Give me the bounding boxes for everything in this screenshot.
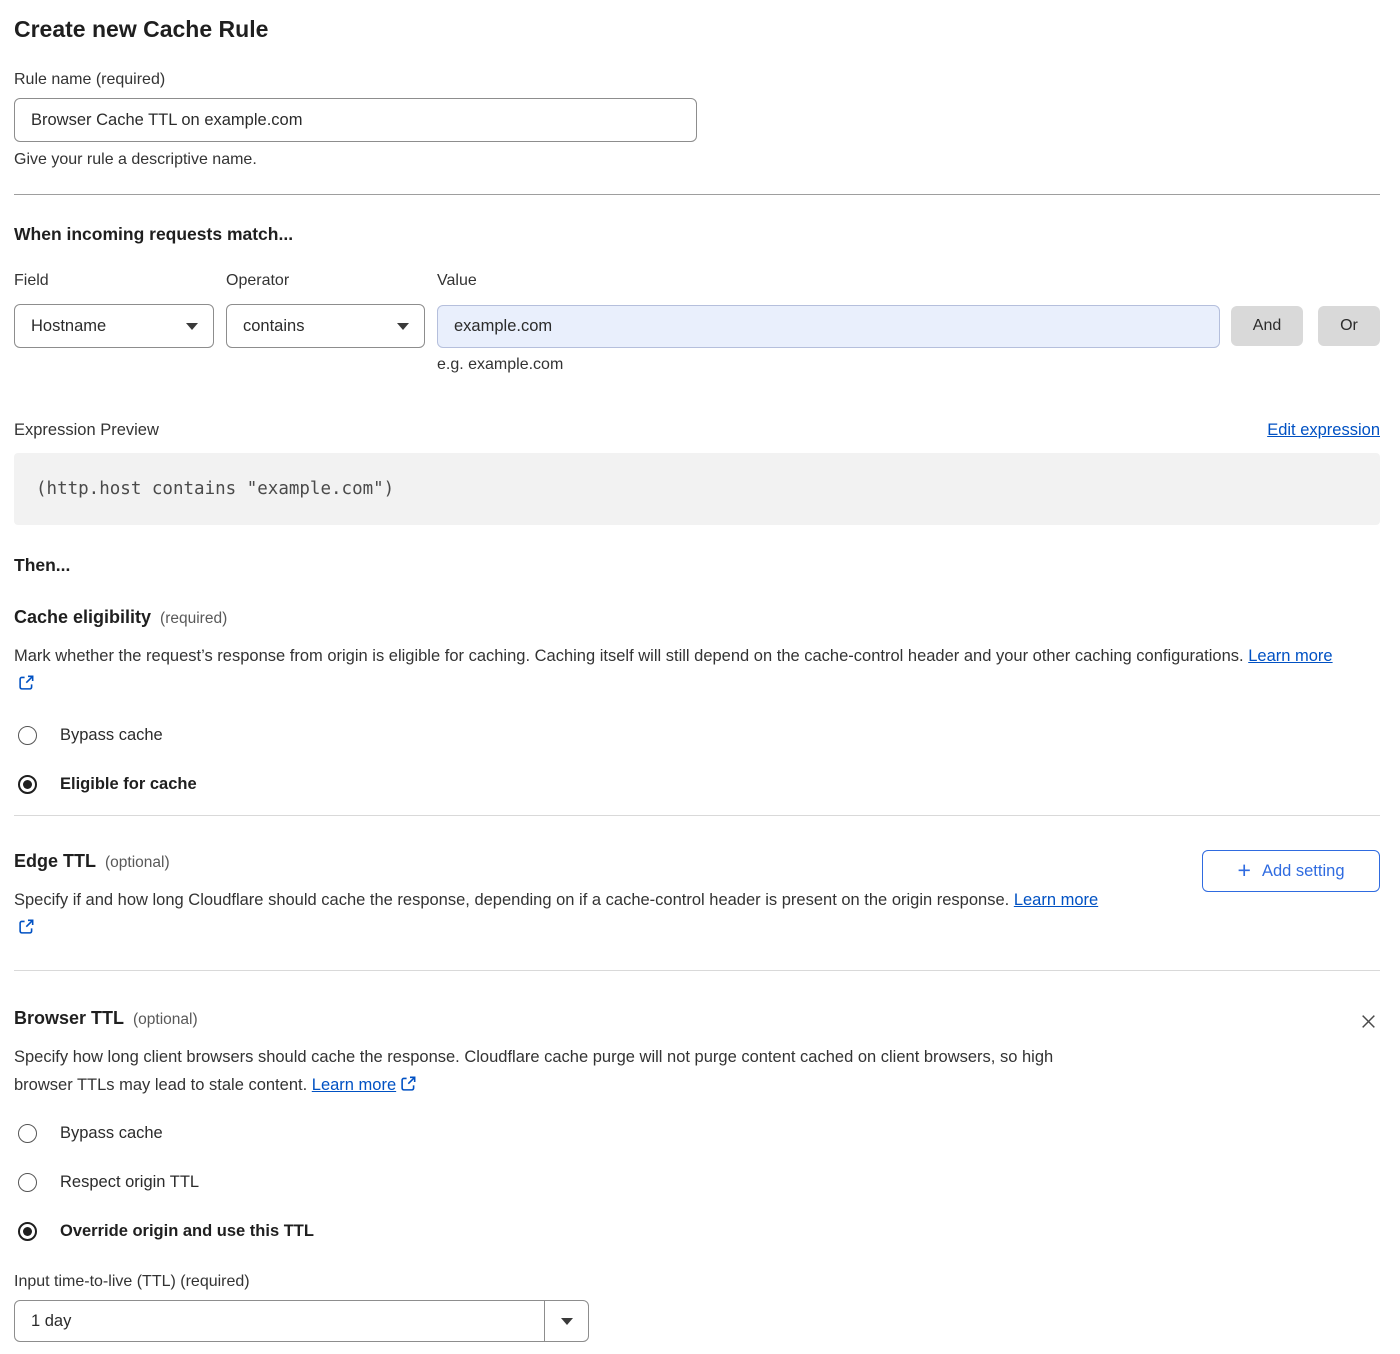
required-badge: (required): [160, 610, 227, 628]
expression-preview-label: Expression Preview: [14, 419, 159, 441]
chevron-down-icon: [561, 1318, 573, 1325]
learn-more-link[interactable]: Learn more: [1248, 647, 1332, 665]
rule-name-label: Rule name (required): [14, 70, 1380, 90]
optional-badge: (optional): [133, 1011, 198, 1029]
radio-label: Eligible for cache: [60, 773, 197, 795]
then-heading: Then...: [14, 554, 1380, 576]
and-button[interactable]: And: [1231, 306, 1303, 346]
create-cache-rule-form: Create new Cache Rule Rule name (require…: [0, 14, 1400, 1342]
section-divider: [14, 194, 1380, 195]
browser-ttl-section: Browser TTL (optional) Specify how long …: [14, 1007, 1380, 1099]
browser-ttl-description: Specify how long client browsers should …: [14, 1043, 1104, 1099]
browser-ttl-content: Browser TTL (optional) Specify how long …: [14, 1007, 1104, 1099]
edge-ttl-description: Specify if and how long Cloudflare shoul…: [14, 886, 1119, 942]
edge-ttl-section: Edge TTL (optional) Specify if and how l…: [14, 850, 1380, 942]
cache-eligibility-radio-group: Bypass cache Eligible for cache: [14, 724, 1380, 795]
optional-badge: (optional): [105, 854, 170, 872]
cache-eligibility-heading: Cache eligibility (required): [14, 606, 1380, 628]
operator-select[interactable]: contains: [226, 304, 425, 348]
learn-more-link[interactable]: Learn more: [312, 1076, 396, 1094]
match-labels-row: Field Operator Value: [14, 271, 1380, 291]
ttl-select[interactable]: 1 day: [14, 1300, 589, 1342]
match-heading: When incoming requests match...: [14, 223, 1380, 245]
ttl-select-value: 1 day: [15, 1301, 544, 1341]
external-link-icon: [18, 918, 35, 935]
add-setting-button[interactable]: + Add setting: [1202, 850, 1380, 892]
radio-label: Respect origin TTL: [60, 1171, 199, 1193]
ttl-input-label: Input time-to-live (TTL) (required): [14, 1272, 1380, 1292]
radio-label: Bypass cache: [60, 724, 163, 746]
edit-expression-link[interactable]: Edit expression: [1267, 419, 1380, 441]
remove-setting-button[interactable]: [1356, 1009, 1380, 1033]
radio-override-origin-ttl[interactable]: Override origin and use this TTL: [14, 1220, 1380, 1242]
radio-bypass-cache[interactable]: Bypass cache: [14, 1122, 1380, 1144]
edge-ttl-content: Edge TTL (optional) Specify if and how l…: [14, 850, 1119, 942]
radio-label: Bypass cache: [60, 1122, 163, 1144]
external-link-icon: [18, 674, 35, 691]
operator-label: Operator: [226, 271, 437, 291]
radio-label: Override origin and use this TTL: [60, 1220, 314, 1242]
plus-icon: +: [1238, 859, 1251, 882]
radio-eligible-for-cache[interactable]: Eligible for cache: [14, 773, 1380, 795]
page-title: Create new Cache Rule: [14, 14, 1380, 44]
field-select[interactable]: Hostname: [14, 304, 214, 348]
operator-select-value: contains: [243, 317, 304, 336]
value-input[interactable]: [437, 305, 1220, 348]
rule-name-help: Give your rule a descriptive name.: [14, 150, 1380, 170]
section-divider: [14, 815, 1380, 816]
browser-ttl-radio-group: Bypass cache Respect origin TTL Override…: [14, 1122, 1380, 1242]
cache-eligibility-description: Mark whether the request’s response from…: [14, 642, 1350, 698]
external-link-icon: [400, 1075, 417, 1092]
field-select-value: Hostname: [31, 317, 106, 336]
description-text: Specify if and how long Cloudflare shoul…: [14, 891, 1009, 909]
edge-ttl-title: Edge TTL: [14, 850, 96, 872]
radio-button-icon[interactable]: [18, 1124, 37, 1143]
value-label: Value: [437, 271, 477, 291]
match-controls-row: Hostname contains And Or: [14, 304, 1380, 348]
or-button[interactable]: Or: [1318, 306, 1380, 346]
radio-button-icon[interactable]: [18, 1173, 37, 1192]
description-text: Specify how long client browsers should …: [14, 1048, 1053, 1094]
edge-ttl-heading: Edge TTL (optional): [14, 850, 1119, 872]
learn-more-link[interactable]: Learn more: [1014, 891, 1098, 909]
radio-button-icon[interactable]: [18, 775, 37, 794]
ttl-select-arrow-button[interactable]: [544, 1301, 588, 1341]
value-hint: e.g. example.com: [14, 355, 1380, 375]
rule-name-input[interactable]: [14, 98, 697, 142]
description-text: Mark whether the request’s response from…: [14, 647, 1244, 665]
expression-preview-block: (http.host contains "example.com"): [14, 453, 1380, 525]
radio-respect-origin-ttl[interactable]: Respect origin TTL: [14, 1171, 1380, 1193]
chevron-down-icon: [397, 323, 409, 330]
radio-button-icon[interactable]: [18, 726, 37, 745]
browser-ttl-title: Browser TTL: [14, 1007, 124, 1029]
add-setting-label: Add setting: [1262, 862, 1345, 881]
chevron-down-icon: [186, 323, 198, 330]
close-icon: [1360, 1013, 1377, 1030]
field-label: Field: [14, 271, 226, 291]
expression-header-row: Expression Preview Edit expression: [14, 419, 1380, 441]
cache-eligibility-title: Cache eligibility: [14, 606, 151, 628]
section-divider: [14, 970, 1380, 971]
radio-bypass-cache[interactable]: Bypass cache: [14, 724, 1380, 746]
expression-code: (http.host contains "example.com"): [36, 479, 394, 499]
browser-ttl-heading: Browser TTL (optional): [14, 1007, 1104, 1029]
radio-button-icon[interactable]: [18, 1222, 37, 1241]
